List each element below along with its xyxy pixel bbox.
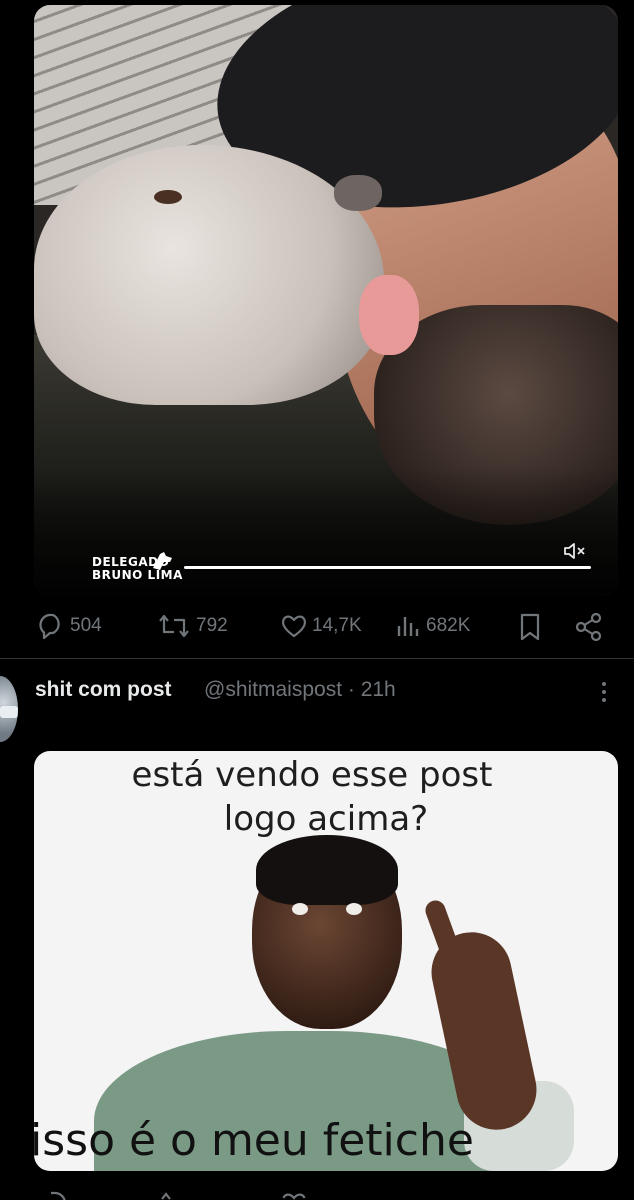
more-icon[interactable]	[594, 680, 614, 704]
like-count: 14,7K	[312, 615, 362, 636]
repost-button[interactable]: 792	[156, 612, 228, 640]
repost-icon	[159, 614, 189, 638]
handle-and-time[interactable]: @shitmaispost · 21h	[204, 678, 396, 702]
post2-action-bar	[34, 1186, 618, 1200]
meme-top-text-1: está vendo esse post	[131, 755, 493, 795]
share-icon[interactable]	[574, 612, 604, 642]
meme-image[interactable]: está vendo esse post logo acima? isso é …	[34, 751, 618, 1171]
dog-logo-icon	[153, 552, 172, 570]
video-frame-dog-eye	[154, 190, 182, 204]
mute-icon[interactable]	[562, 540, 588, 562]
meme-kid-eye-right	[346, 903, 362, 915]
reply-icon[interactable]	[38, 1190, 68, 1200]
meme-bottom-text: isso é o meu fetiche	[34, 1115, 474, 1166]
video-player[interactable]	[34, 5, 618, 596]
meme-kid-hair	[256, 835, 398, 905]
post-divider	[0, 658, 634, 659]
repost-icon[interactable]	[158, 1190, 188, 1200]
meme-kid-eye-left	[292, 903, 308, 915]
repost-count: 792	[196, 615, 228, 636]
reply-button[interactable]: 504	[36, 612, 102, 640]
views-icon	[397, 617, 419, 636]
video-frame-tongue	[359, 275, 419, 355]
display-name[interactable]: shit com post	[35, 678, 172, 702]
reply-icon	[39, 613, 60, 640]
views-count: 682K	[426, 615, 471, 636]
avatar[interactable]	[0, 676, 18, 742]
reply-count: 504	[70, 615, 102, 636]
like-icon	[282, 615, 306, 638]
like-button[interactable]: 14,7K	[280, 612, 362, 640]
video-progress-bar[interactable]	[184, 566, 591, 569]
meme-top-text-2: logo acima?	[223, 799, 429, 839]
video-frame-dog-nose	[334, 175, 382, 211]
views-button[interactable]: 682K	[394, 612, 470, 640]
like-icon[interactable]	[280, 1190, 308, 1200]
bookmark-icon[interactable]	[516, 612, 544, 642]
